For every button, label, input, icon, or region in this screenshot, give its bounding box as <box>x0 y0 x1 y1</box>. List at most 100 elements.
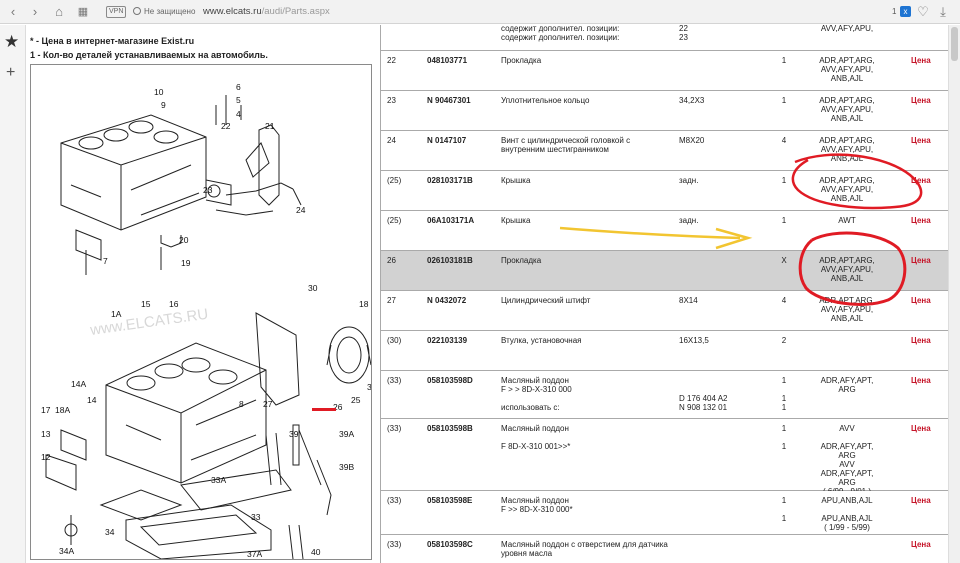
row-price-link[interactable]: Цена <box>911 176 947 185</box>
diagram-label-34[interactable]: 34 <box>105 527 115 537</box>
diagram-label-10[interactable]: 10 <box>154 87 164 97</box>
diagram-label-39B[interactable]: 39B <box>339 462 354 472</box>
diagram-label-8[interactable]: 8 <box>239 399 244 409</box>
table-row[interactable]: (25) 06A103171A Крышка задн. 1 AWT Цена <box>381 211 948 251</box>
bookmarks-star-icon[interactable]: ★ <box>4 33 19 51</box>
diagram-label-16[interactable]: 16 <box>169 299 179 309</box>
row-part-number[interactable]: 058103598C <box>427 540 511 549</box>
bookmark-heart-icon[interactable]: ♡ <box>914 3 932 21</box>
diagram-label-33[interactable]: 33 <box>251 512 261 522</box>
diagram-label-30[interactable]: 30 <box>308 283 318 293</box>
row-price-link[interactable]: Цена <box>911 256 947 265</box>
row-part-number[interactable]: 058103598B <box>427 424 511 433</box>
row-position: (33) <box>387 376 402 385</box>
add-panel-icon[interactable]: + <box>6 65 15 81</box>
diagram-label-6[interactable]: 6 <box>236 82 241 92</box>
security-indicator[interactable]: Не защищено <box>133 5 195 19</box>
diagram-label-21[interactable]: 21 <box>265 121 275 131</box>
diagram-label-17[interactable]: 17 <box>41 405 51 415</box>
diagram-label-20[interactable]: 20 <box>179 235 189 245</box>
table-row[interactable]: содержит дополнител. позиции: содержит д… <box>381 25 948 51</box>
scrollbar-thumb[interactable] <box>951 27 958 61</box>
vpn-badge[interactable]: VPN <box>106 6 127 18</box>
row-engine-codes: ADR,APT,ARG, AVV,AFY,APU, ANB,AJL <box>819 296 875 323</box>
row-part-number[interactable]: N 90467301 <box>427 96 511 105</box>
row-part-number[interactable]: 028103171B <box>427 176 511 185</box>
row-part-number[interactable]: 022103139 <box>427 336 511 345</box>
row-price-link[interactable]: Цена <box>911 216 947 225</box>
table-row[interactable]: 24 N 0147107 Винт с цилиндрической головко… <box>381 131 948 171</box>
vertical-scrollbar[interactable] <box>948 25 960 563</box>
row-part-number[interactable]: 058103598D <box>427 376 511 385</box>
table-row[interactable]: (30) 022103139 Втулка, установочная 16X13,5… <box>381 331 948 371</box>
diagram-label-19[interactable]: 19 <box>181 258 191 268</box>
row-part-number[interactable]: 058103598E <box>427 496 511 505</box>
diagram-label-27[interactable]: 27 <box>263 399 273 409</box>
table-row[interactable]: (33) 058103598B Масляный поддон F 8D-X-310… <box>381 419 948 496</box>
row-part-number[interactable]: N 0147107 <box>427 136 511 145</box>
row-quantity: 1 1 1 <box>781 376 787 412</box>
note-price: * - Цена в интернет-магазине Exist.ru <box>30 36 195 46</box>
diagram-label-7[interactable]: 7 <box>103 256 108 266</box>
row-part-number[interactable]: 026103181B <box>427 256 511 265</box>
table-row[interactable]: (33) 058103598E Масляный поддон F >> 8D-X-… <box>381 491 948 535</box>
side-panel: ★ + <box>0 25 26 563</box>
diagram-label-5[interactable]: 5 <box>236 95 241 105</box>
diagram-label-14A[interactable]: 14A <box>71 379 86 389</box>
diagram-label-40[interactable]: 40 <box>311 547 321 557</box>
row-note: M8X20 <box>679 136 705 145</box>
home-icon[interactable]: ⌂ <box>50 3 68 21</box>
diagram-label-39A[interactable]: 39A <box>339 429 354 439</box>
diagram-label-18A[interactable]: 18A <box>55 405 70 415</box>
diagram-label-14[interactable]: 14 <box>87 395 97 405</box>
diagram-label-39[interactable]: 39 <box>289 429 299 439</box>
back-icon[interactable]: ‹ <box>4 3 22 21</box>
row-price-link[interactable]: Цена <box>911 376 947 385</box>
row-quantity: 4 <box>781 136 787 145</box>
row-price-link[interactable]: Цена <box>911 56 947 65</box>
table-row[interactable]: (33) 058103598D Масляный поддон F > > 8D-X… <box>381 371 948 419</box>
row-part-name: Масляный поддон F >> 8D-X-310 000* <box>501 496 573 514</box>
row-price-link[interactable]: Цена <box>911 424 947 433</box>
diagram-label-3[interactable]: 3 <box>367 382 371 392</box>
diagram-label-22[interactable]: 22 <box>221 121 231 131</box>
forward-icon[interactable]: › <box>26 3 44 21</box>
parts-diagram[interactable]: 10 6 5 9 4 22 21 23 24 20 19 7 30 18 15 … <box>30 64 372 560</box>
diagram-label-15[interactable]: 15 <box>141 299 151 309</box>
diagram-label-24[interactable]: 24 <box>296 205 306 215</box>
tabs-grid-icon[interactable]: ▦ <box>74 3 92 21</box>
table-row[interactable]: 26 026103181B Прокладка X ADR,APT,ARG, AVV,A… <box>381 251 948 291</box>
row-part-name: Крышка <box>501 216 531 225</box>
diagram-label-34A[interactable]: 34A <box>59 546 74 556</box>
row-engine-codes: AWT <box>838 216 856 225</box>
row-price-link[interactable]: Цена <box>911 496 947 505</box>
table-row[interactable]: (33) 058103598C Масляный поддон с отверсти… <box>381 535 948 563</box>
row-part-number[interactable]: 06A103171A <box>427 216 511 225</box>
diagram-label-37A[interactable]: 37A <box>247 549 262 559</box>
extension-icon[interactable]: x <box>900 6 911 17</box>
row-quantity: 2 <box>781 336 787 345</box>
row-price-link[interactable]: Цена <box>911 96 947 105</box>
address-bar[interactable]: www.elcats.ru/audi/Parts.aspx <box>203 5 330 19</box>
row-price-link[interactable]: Цена <box>911 296 947 305</box>
diagram-label-25[interactable]: 25 <box>351 395 361 405</box>
row-part-number[interactable]: N 0432072 <box>427 296 511 305</box>
diagram-label-4[interactable]: 4 <box>236 109 241 119</box>
row-part-name: содержит дополнител. позиции: содержит д… <box>501 25 620 42</box>
diagram-label-33A[interactable]: 33A <box>211 475 226 485</box>
table-row[interactable]: (25) 028103171B Крышка задн. 1 ADR,APT,ARG, A… <box>381 171 948 211</box>
row-price-link[interactable]: Цена <box>911 336 947 345</box>
row-price-link[interactable]: Цена <box>911 540 947 549</box>
diagram-label-9[interactable]: 9 <box>161 100 166 110</box>
download-icon[interactable]: ⤓ <box>934 3 952 21</box>
diagram-label-12[interactable]: 12 <box>41 452 51 462</box>
table-row[interactable]: 22 048103771 Прокладка 1 ADR,APT,ARG, AVV,AF… <box>381 51 948 91</box>
table-row[interactable]: 27 N 0432072 Цилиндрический штифт 8X14 4 ADR,… <box>381 291 948 331</box>
row-price-link[interactable]: Цена <box>911 136 947 145</box>
diagram-label-23[interactable]: 23 <box>203 185 213 195</box>
security-text: Не защищено <box>144 7 196 16</box>
diagram-label-13[interactable]: 13 <box>41 429 51 439</box>
table-row[interactable]: 23 N 90467301 Уплотнительное кольцо 34,2X3 1… <box>381 91 948 131</box>
diagram-label-18[interactable]: 18 <box>359 299 369 309</box>
row-part-number[interactable]: 048103771 <box>427 56 511 65</box>
